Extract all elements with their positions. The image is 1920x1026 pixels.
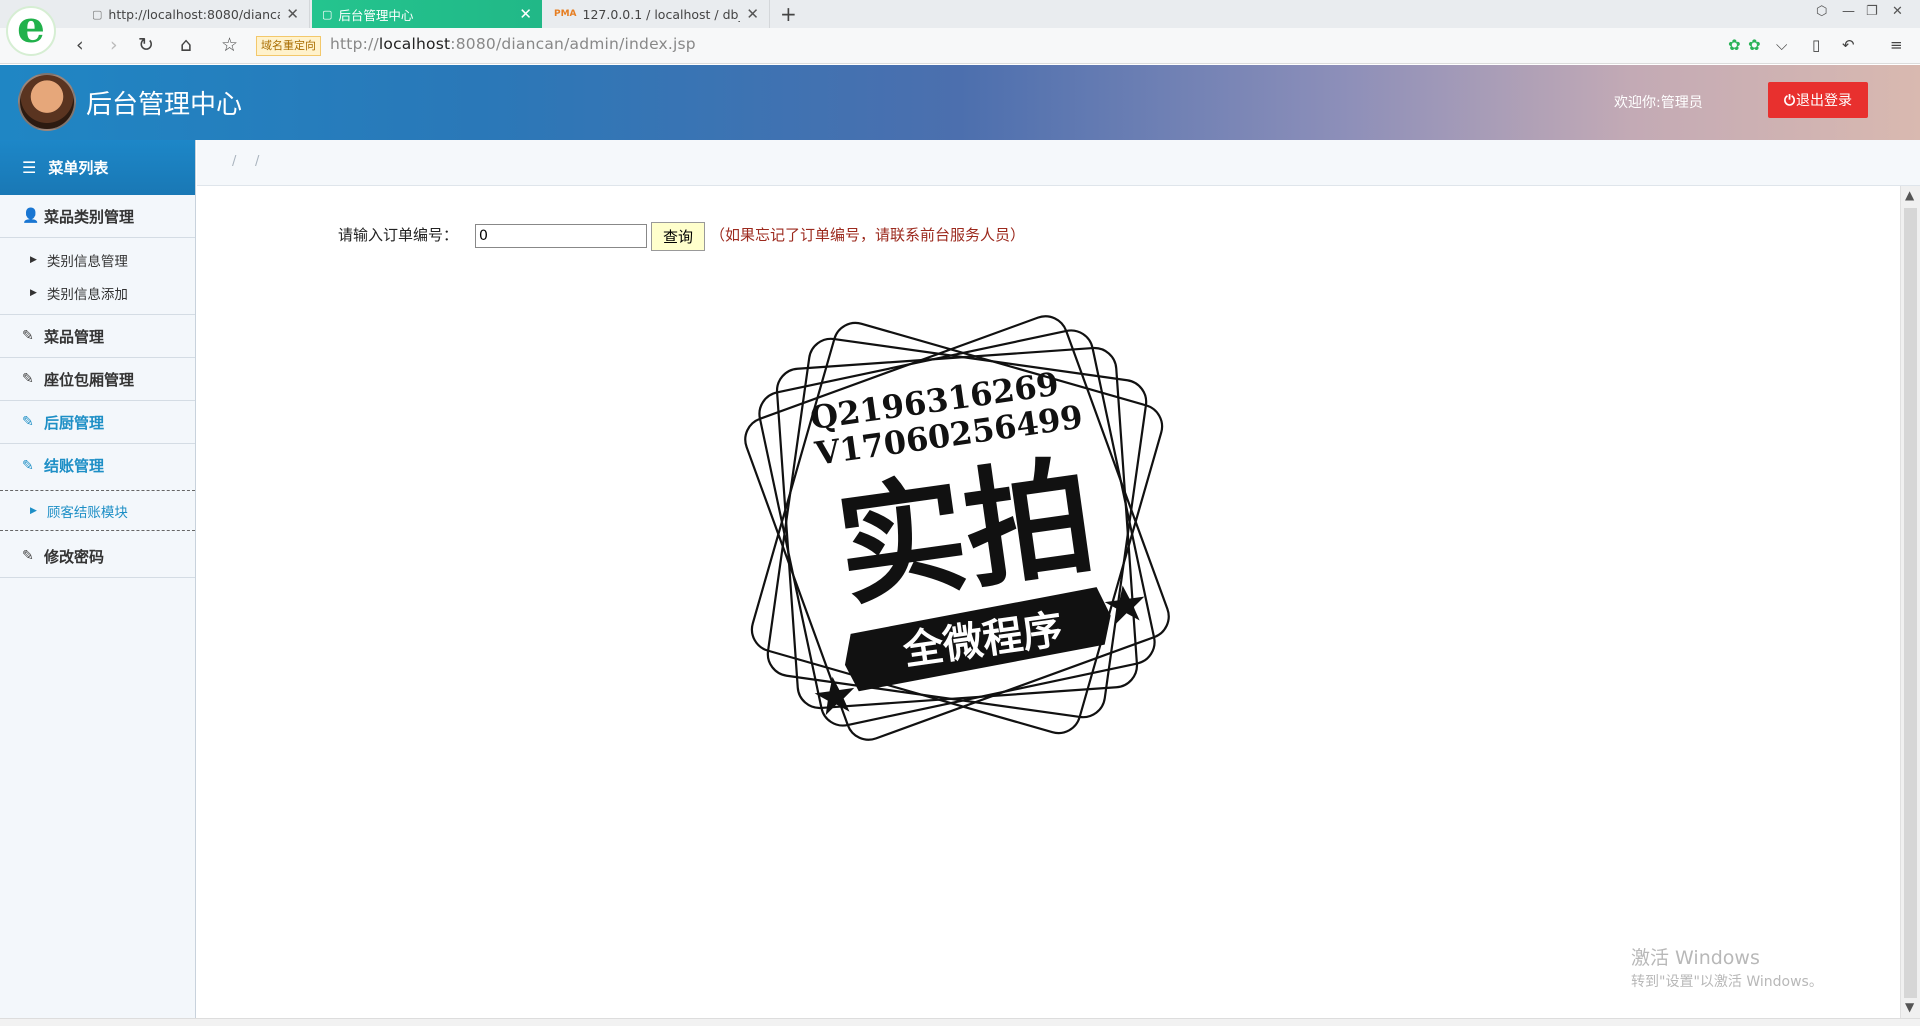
redirect-badge[interactable]: 域名重定向: [256, 36, 321, 56]
page-icon: ▢: [92, 7, 103, 21]
caret-right-icon: ▶: [30, 505, 37, 516]
security-icon[interactable]: ✿: [1728, 36, 1741, 54]
activation-watermark-title: 激活 Windows: [1631, 947, 1760, 969]
scroll-down-icon[interactable]: ▼: [1905, 1000, 1914, 1014]
back-icon[interactable]: ‹: [76, 34, 84, 56]
sidebar-item-label: 结账管理: [44, 457, 105, 475]
sidebar-subitem-customer-checkout[interactable]: ▶ 顾客结账模块: [0, 494, 195, 527]
url-host: localhost: [378, 35, 451, 53]
restore-icon[interactable]: ❐: [1866, 4, 1878, 19]
query-button[interactable]: 查询: [651, 222, 705, 251]
browser-tab-1[interactable]: ▢ http://localhost:8080/diancan/ ✕: [82, 0, 310, 28]
sidebar-subitem-label: 类别信息添加: [46, 286, 128, 303]
sidebar-subitem-label: 顾客结账模块: [46, 504, 128, 521]
breadcrumb-separator: /: [232, 154, 237, 169]
edit-icon: ✎: [22, 371, 34, 387]
user-icon: 👤: [22, 208, 40, 224]
forward-icon[interactable]: ›: [110, 34, 118, 56]
order-search-label: 请输入订单编号：: [338, 226, 459, 244]
pma-icon: PMA: [554, 9, 577, 19]
browser-toolbar: ‹ › ↻ ⌂ ☆ 域名重定向 http://localhost:8080/di…: [0, 28, 1920, 64]
caret-right-icon: ▶: [30, 287, 37, 298]
sidebar-subitem-category-add[interactable]: ▶ 类别信息添加: [0, 276, 195, 309]
new-tab-icon[interactable]: +: [780, 2, 797, 26]
menu-icon[interactable]: ≡: [1890, 36, 1903, 54]
tab-title: 后台管理中心: [338, 7, 414, 23]
sidebar-item-label: 菜品类别管理: [44, 207, 135, 226]
page-icon: ▢: [322, 7, 333, 21]
sidebar-subitem-label: 类别信息管理: [46, 253, 128, 270]
browser-tab-3[interactable]: PMA 127.0.0.1 / localhost / db_dian ✕: [544, 0, 770, 28]
order-number-input[interactable]: [475, 224, 647, 248]
close-icon[interactable]: ✕: [519, 5, 532, 23]
scroll-up-icon[interactable]: ▲: [1905, 188, 1914, 202]
address-bar[interactable]: http://localhost:8080/diancan/admin/inde…: [330, 35, 696, 53]
close-icon[interactable]: ✕: [746, 5, 759, 23]
sidebar-item-label: 菜品管理: [44, 327, 105, 346]
home-icon[interactable]: ⌂: [180, 34, 192, 56]
scroll-thumb[interactable]: [1904, 208, 1917, 998]
sidebar-item-label: 修改密码: [44, 547, 105, 566]
sidebar-item-seats[interactable]: ✎ 座位包厢管理: [0, 358, 195, 401]
sidebar: ☰ 菜单列表 👤 菜品类别管理 ▶ 类别信息管理 ▶ 类别信息添加 ✎ 菜品管理…: [0, 140, 196, 1018]
sidebar-item-dishes[interactable]: ✎ 菜品管理: [0, 315, 195, 358]
logout-button[interactable]: ⏻ 退出登录: [1768, 82, 1868, 118]
url-prefix: http://: [330, 35, 379, 53]
app-header: 后台管理中心 欢迎你:管理员 ⏻ 退出登录: [0, 65, 1920, 140]
main-content: 请输入订单编号： 查询 （如果忘记了订单编号，请联系前台服务人员） Q21963…: [197, 186, 1900, 1018]
chevron-down-icon[interactable]: ⌵: [1776, 36, 1787, 54]
skin-icon[interactable]: ⬡: [1816, 4, 1827, 19]
sidebar-item-label: 座位包厢管理: [44, 370, 135, 389]
close-icon[interactable]: ✕: [286, 5, 299, 23]
tab-title: 127.0.0.1 / localhost / db_dian: [582, 6, 741, 22]
page-title: 后台管理中心: [86, 90, 243, 120]
welcome-text: 欢迎你:管理员: [1614, 95, 1703, 111]
browser-tab-bar: ▢ http://localhost:8080/diancan/ ✕ ▢ 后台管…: [0, 0, 1920, 28]
stamp-image: Q2196316269 V17060256499 实拍 全微程序: [744, 315, 1170, 741]
sidebar-item-kitchen[interactable]: ✎ 后厨管理: [0, 401, 195, 444]
browser-logo-icon[interactable]: e: [6, 6, 56, 56]
menu-header: ☰ 菜单列表: [0, 140, 195, 195]
activation-watermark-subtitle: 转到"设置"以激活 Windows。: [1631, 974, 1823, 990]
favorite-icon[interactable]: ☆: [221, 34, 238, 56]
reload-icon[interactable]: ↻: [138, 34, 154, 56]
menu-header-label: 菜单列表: [48, 159, 109, 177]
avatar: [18, 73, 76, 131]
breadcrumb-separator: /: [255, 154, 260, 169]
sidebar-item-label: 后厨管理: [44, 413, 105, 432]
edit-icon: ✎: [22, 548, 34, 564]
category-submenu: ▶ 类别信息管理 ▶ 类别信息添加: [0, 238, 195, 315]
sidebar-item-password[interactable]: ✎ 修改密码: [0, 535, 195, 578]
sidebar-item-category[interactable]: 👤 菜品类别管理: [0, 195, 195, 238]
sidebar-subitem-category-info[interactable]: ▶ 类别信息管理: [0, 243, 195, 276]
sidebar-item-checkout[interactable]: ✎ 结账管理: [0, 444, 195, 487]
browser-tab-2[interactable]: ▢ 后台管理中心 ✕: [312, 0, 542, 28]
breadcrumb: / /: [197, 140, 1920, 186]
browser-status-bar: [0, 1018, 1920, 1026]
bookmark-icon[interactable]: ▯: [1812, 36, 1820, 54]
window-close-icon[interactable]: ✕: [1892, 4, 1903, 19]
edit-icon: ✎: [22, 328, 34, 344]
accelerate-icon[interactable]: ✿: [1748, 36, 1761, 54]
edit-icon: ✎: [22, 457, 34, 474]
vertical-scrollbar[interactable]: ▲ ▼: [1900, 186, 1920, 1018]
checkout-submenu: ▶ 顾客结账模块: [0, 490, 195, 531]
undo-icon[interactable]: ↶: [1842, 36, 1855, 54]
minimize-icon[interactable]: —: [1842, 4, 1855, 19]
list-icon: ☰: [22, 158, 37, 177]
hint-text: （如果忘记了订单编号，请联系前台服务人员）: [710, 226, 1026, 244]
logout-label: 退出登录: [1796, 92, 1853, 108]
url-path: :8080/diancan/admin/index.jsp: [450, 35, 696, 53]
edit-icon: ✎: [22, 414, 34, 430]
caret-right-icon: ▶: [30, 254, 37, 265]
tab-title: http://localhost:8080/diancan/: [108, 6, 281, 22]
power-icon: ⏻: [1783, 91, 1796, 108]
